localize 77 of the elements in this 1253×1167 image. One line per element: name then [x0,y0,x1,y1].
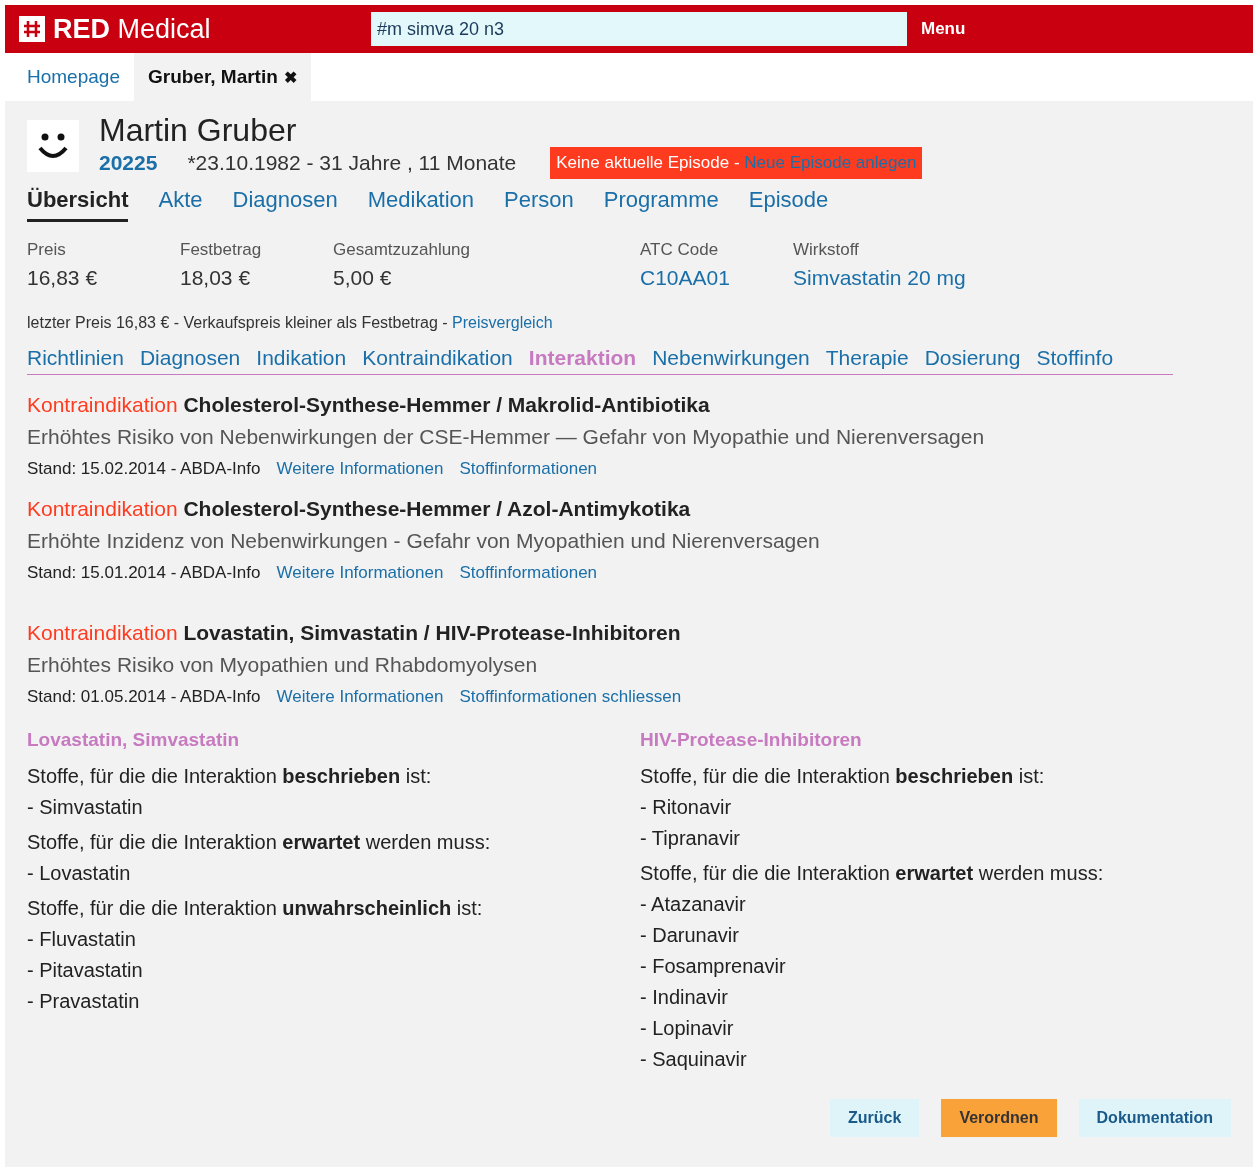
info-link[interactable]: Stoffinformationen [459,563,598,583]
info-link[interactable]: Stoffinformationen schliessen [459,687,682,707]
substance-item: - Tipranavir [640,827,742,850]
info-tab[interactable]: Dosierung [924,346,1021,370]
interaction-description: Erhöhte Inzidenz von Nebenwirkungen - Gefahr von Myopathien und Nierenversagen [27,529,821,553]
close-icon[interactable]: ✖ [283,67,297,87]
action-button[interactable]: Dokumentation [1078,1099,1231,1137]
substance-heading: Stoffe, für die die Interaktion beschrieben ist: [640,765,1046,788]
birth-date-age: *23.10.1982 - 31 Jahre , 11 Monate [187,151,517,175]
interaction-description: Erhöhtes Risiko von Nebenwirkungen der CSE-Hemmer — Gefahr von Myopathie und Nierenversagen [27,425,986,449]
substance-item: - Fosamprenavir [640,955,787,978]
substance-item: - Lopinavir [640,1017,735,1040]
nav-tab[interactable]: Akte [158,187,203,222]
episode-alert: Keine aktuelle Episode - Neue Episode anlegen [550,147,923,179]
logo-icon [19,16,45,42]
nav-tab[interactable]: Person [504,187,574,222]
substance-group-title: HIV-Protease-Inhibitoren [640,729,863,751]
substance-item: - Saquinavir [640,1048,748,1071]
substance-item: - Simvastatin [27,796,144,819]
patient-name: Martin Gruber [99,113,298,147]
substance-group-title: Lovastatin, Simvastatin [27,729,241,751]
interaction-description: Erhöhtes Risiko von Myopathien und Rhabdomyolysen [27,653,539,677]
info-tab[interactable]: Stoffinfo [1036,346,1114,370]
nav-tab[interactable]: Diagnosen [232,187,338,222]
substance-heading: Stoffe, für die die Interaktion erwartet werden muss: [27,831,492,854]
info-link[interactable]: Weitere Informationen [276,687,444,707]
field-label: Festbetrag [180,240,263,260]
info-tab[interactable]: Interaktion [528,346,637,370]
source-date: Stand: 15.01.2014 - ABDA-Info [27,563,261,583]
substance-item: - Indinavir [640,986,729,1009]
app-logo-text: RED Medical [53,13,211,45]
breadcrumb-tab[interactable]: Gruber, Martin ✖ [133,53,311,101]
source-date: Stand: 15.02.2014 - ABDA-Info [27,459,261,479]
field-value: 5,00 € [333,266,393,290]
field-value-link[interactable]: Simvastatin 20 mg [793,266,1231,290]
info-link[interactable]: Weitere Informationen [276,459,444,479]
nav-tab[interactable]: Übersicht [27,187,129,222]
substance-heading: Stoffe, für die die Interaktion unwahrscheinlich ist: [27,897,484,920]
nav-tab[interactable]: Programme [603,187,719,222]
search-field[interactable]: #m simva 20 n3 [371,12,907,46]
nav-tab[interactable]: Episode [748,187,829,222]
field-label: Preis [27,240,67,260]
substance-item: - Darunavir [640,924,740,947]
info-tab[interactable]: Nebenwirkungen [652,346,810,370]
field-label: Gesamtzuzahlung [333,240,472,260]
field-label: Wirkstoff [793,240,860,260]
patient-id[interactable]: 20225 [99,151,158,175]
price-note: letzter Preis 16,83 € - Verkaufspreis kleiner als Festbetrag - Preisvergleich [27,314,554,332]
source-date: Stand: 01.05.2014 - ABDA-Info [27,687,261,707]
substance-item: - Ritonavir [640,796,733,819]
info-tab[interactable]: Indikation [256,346,347,370]
field-value: 16,83 € [27,266,99,290]
price-compare-link[interactable]: Preisvergleich [452,314,553,331]
field-label: ATC Code [640,240,720,260]
field-value-link[interactable]: C10AA01 [640,266,793,290]
info-tab[interactable]: Therapie [825,346,909,370]
info-link[interactable]: Weitere Informationen [276,563,444,583]
substance-item: - Pitavastatin [27,959,144,982]
substance-item: - Pravastatin [27,990,141,1013]
substance-heading: Stoffe, für die die Interaktion beschrieben ist: [27,765,433,788]
interaction-title: Kontraindikation Lovastatin, Simvastatin / HIV-Protease-Inhibitoren [27,621,682,645]
info-tab[interactable]: Richtlinien [27,346,124,370]
field-value: 18,03 € [180,266,252,290]
info-tab[interactable]: Kontraindikation [362,346,513,370]
action-button[interactable]: Zurück [830,1099,920,1137]
substance-item: - Atazanavir [640,893,747,916]
interaction-title: Kontraindikation Cholesterol-Synthese-Hemmer / Azol-Antimykotika [27,497,692,521]
menu-link[interactable]: Menu [921,19,966,39]
breadcrumb-tab[interactable]: Homepage [13,53,134,101]
info-link[interactable]: Stoffinformationen [459,459,598,479]
interaction-title: Kontraindikation Cholesterol-Synthese-Hemmer / Makrolid-Antibiotika [27,393,711,417]
nav-tab[interactable]: Medikation [367,187,475,222]
substance-heading: Stoffe, für die die Interaktion erwartet werden muss: [640,862,1105,885]
substance-item: - Fluvastatin [27,928,137,951]
action-button[interactable]: Verordnen [941,1099,1057,1137]
substance-item: - Lovastatin [27,862,132,885]
info-tab[interactable]: Diagnosen [139,346,241,370]
